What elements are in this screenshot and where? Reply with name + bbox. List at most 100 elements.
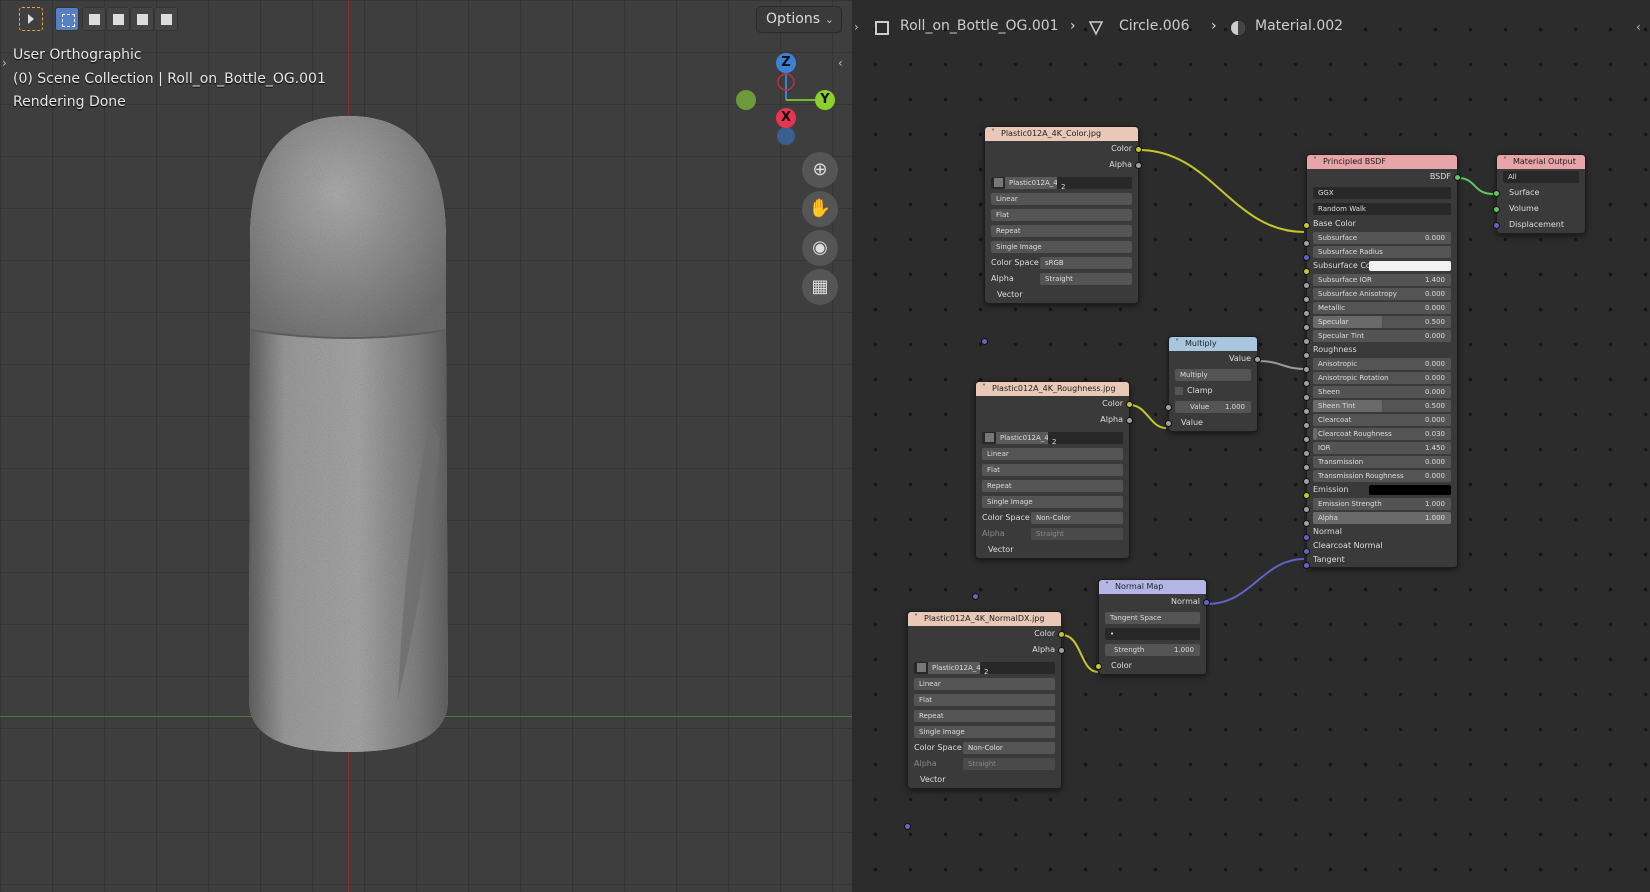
param-metallic[interactable]: Metallic 0.000 — [1307, 301, 1457, 315]
operation-dropdown[interactable]: Multiply — [1169, 367, 1257, 383]
param-emission-strength[interactable]: Emission Strength 1.000 — [1307, 497, 1457, 511]
source-dropdown[interactable]: Single Image — [976, 494, 1129, 510]
param-subsurface-color[interactable]: Subsurface Color — [1307, 259, 1457, 273]
socket-clearcoat-normal-in[interactable] — [1303, 548, 1310, 555]
socket-bsdf-out[interactable] — [1454, 174, 1461, 181]
param-sheen[interactable]: Sheen 0.000 — [1307, 385, 1457, 399]
socket-value-out[interactable] — [1254, 356, 1261, 363]
socket-volume-in[interactable] — [1493, 206, 1500, 213]
distribution-dropdown[interactable]: GGX — [1307, 185, 1457, 201]
image-selector[interactable]: Plastic012A_4...2 — [908, 660, 1061, 676]
param-anisotropic-rotation[interactable]: Anisotropic Rotation 0.000 — [1307, 371, 1457, 385]
x-axis-icon[interactable]: X — [776, 108, 796, 128]
param-clearcoat-normal[interactable]: Clearcoat Normal — [1307, 539, 1457, 553]
socket-clearcoat-roughness-in[interactable] — [1303, 436, 1310, 443]
param-specular-tint[interactable]: Specular Tint 0.000 — [1307, 329, 1457, 343]
socket-normal-in[interactable] — [1303, 534, 1310, 541]
target-dropdown[interactable]: All — [1497, 169, 1585, 185]
param-transmission-roughness[interactable]: Transmission Roughness 0.000 — [1307, 469, 1457, 483]
y-axis-icon[interactable]: Y — [815, 90, 835, 110]
param-transmission[interactable]: Transmission 0.000 — [1307, 455, 1457, 469]
socket-specular-tint-in[interactable] — [1303, 338, 1310, 345]
node-header[interactable]: Multiply — [1169, 337, 1257, 351]
socket-sheen-tint-in[interactable] — [1303, 408, 1310, 415]
socket-color-out[interactable] — [1135, 146, 1142, 153]
interpolation-dropdown[interactable]: Linear — [985, 191, 1138, 207]
socket-ior-in[interactable] — [1303, 450, 1310, 457]
image-texture-node-color[interactable]: Plastic012A_4K_Color.jpg Color Alpha Pla… — [981, 126, 1142, 345]
socket-emission-in[interactable] — [1303, 492, 1310, 499]
alpha-mode-row[interactable]: Alpha Straight — [985, 271, 1138, 287]
param-specular[interactable]: Specular 0.500 — [1307, 315, 1457, 329]
clamp-checkbox[interactable]: Clamp — [1169, 383, 1257, 399]
color-space-row[interactable]: Color Space sRGB — [985, 255, 1138, 271]
param-subsurface[interactable]: Subsurface 0.000 — [1307, 231, 1457, 245]
image-texture-node-normal[interactable]: Plastic012A_4K_NormalDX.jpg Color Alpha … — [904, 611, 1065, 830]
3d-viewport[interactable]: Options ⌄ › ‹ User Orthographic (0) Scene… — [0, 0, 852, 892]
color-space-row[interactable]: Color Space Non-Color — [976, 510, 1129, 526]
socket-alpha-out[interactable] — [1126, 417, 1133, 424]
socket-color-out[interactable] — [1126, 401, 1133, 408]
socket-tangent-in[interactable] — [1303, 562, 1310, 569]
node-header[interactable]: Plastic012A_4K_Roughness.jpg — [976, 382, 1129, 396]
socket-transmission-in[interactable] — [1303, 464, 1310, 471]
socket-color-out[interactable] — [1058, 631, 1065, 638]
bottle-mesh[interactable] — [0, 0, 852, 892]
source-dropdown[interactable]: Single Image — [908, 724, 1061, 740]
normal-map-node[interactable]: Normal Map Normal Tangent Space • Streng… — [1095, 579, 1210, 675]
hand-icon[interactable]: ✋ — [802, 191, 838, 227]
node-header[interactable]: Material Output — [1497, 155, 1585, 169]
extension-dropdown[interactable]: Repeat — [985, 223, 1138, 239]
socket-anisotropic-rotation-in[interactable] — [1303, 380, 1310, 387]
param-subsurface-ior[interactable]: Subsurface IOR 1.400 — [1307, 273, 1457, 287]
principled-bsdf-node[interactable]: Principled BSDF BSDF GGX Random Walk Bas… — [1303, 154, 1461, 569]
param-alpha[interactable]: Alpha 1.000 — [1307, 511, 1457, 525]
projection-dropdown[interactable]: Flat — [976, 462, 1129, 478]
projection-dropdown[interactable]: Flat — [908, 692, 1061, 708]
projection-dropdown[interactable]: Flat — [985, 207, 1138, 223]
socket-subsurface-in[interactable] — [1303, 240, 1310, 247]
param-roughness[interactable]: Roughness — [1307, 343, 1457, 357]
socket-alpha-in[interactable] — [1303, 520, 1310, 527]
socket-emission-strength-in[interactable] — [1303, 506, 1310, 513]
socket-specular-in[interactable] — [1303, 324, 1310, 331]
node-header[interactable]: Plastic012A_4K_Color.jpg — [985, 127, 1138, 141]
source-dropdown[interactable]: Single Image — [985, 239, 1138, 255]
material-output-node[interactable]: Material Output All Surface Volume Displ… — [1493, 154, 1586, 234]
socket-alpha-out[interactable] — [1058, 647, 1065, 654]
socket-vector-in[interactable] — [972, 593, 979, 600]
socket-sheen-in[interactable] — [1303, 394, 1310, 401]
param-clearcoat[interactable]: Clearcoat 0.000 — [1307, 413, 1457, 427]
color-swatch[interactable] — [1369, 485, 1451, 495]
param-clearcoat-roughness[interactable]: Clearcoat Roughness 0.030 — [1307, 427, 1457, 441]
socket-subsurface-anisotropy-in[interactable] — [1303, 296, 1310, 303]
param-anisotropic[interactable]: Anisotropic 0.000 — [1307, 357, 1457, 371]
socket-value-in[interactable] — [1165, 404, 1172, 411]
param-tangent[interactable]: Tangent — [1307, 553, 1457, 567]
socket-surface-in[interactable] — [1493, 190, 1500, 197]
socket-clearcoat-in[interactable] — [1303, 422, 1310, 429]
subsurface-method-dropdown[interactable]: Random Walk — [1307, 201, 1457, 217]
node-header[interactable]: Principled BSDF — [1307, 155, 1457, 169]
socket-transmission-roughness-in[interactable] — [1303, 478, 1310, 485]
socket-base-color-in[interactable] — [1303, 222, 1310, 229]
extension-dropdown[interactable]: Repeat — [908, 708, 1061, 724]
value-field[interactable]: Value 1.000 — [1169, 399, 1257, 415]
uv-map-field[interactable]: • — [1099, 626, 1206, 642]
param-emission[interactable]: Emission — [1307, 483, 1457, 497]
param-subsurface-anisotropy[interactable]: Subsurface Anisotropy 0.000 — [1307, 287, 1457, 301]
param-ior[interactable]: IOR 1.450 — [1307, 441, 1457, 455]
interpolation-dropdown[interactable]: Linear — [908, 676, 1061, 692]
socket-color-in[interactable] — [1095, 663, 1102, 670]
socket-vector-in[interactable] — [981, 338, 988, 345]
param-sheen-tint[interactable]: Sheen Tint 0.500 — [1307, 399, 1457, 413]
node-header[interactable]: Plastic012A_4K_NormalDX.jpg — [908, 612, 1061, 626]
extension-dropdown[interactable]: Repeat — [976, 478, 1129, 494]
shader-editor[interactable]: › Roll_on_Bottle_OG.001 › Circle.006 › M… — [852, 0, 1650, 892]
socket-displacement-in[interactable] — [1493, 222, 1500, 229]
socket-alpha-out[interactable] — [1135, 162, 1142, 169]
camera-icon[interactable]: ◉ — [802, 230, 838, 266]
strength-field[interactable]: Strength 1.000 — [1099, 642, 1206, 658]
socket-subsurface-ior-in[interactable] — [1303, 282, 1310, 289]
param-normal[interactable]: Normal — [1307, 525, 1457, 539]
